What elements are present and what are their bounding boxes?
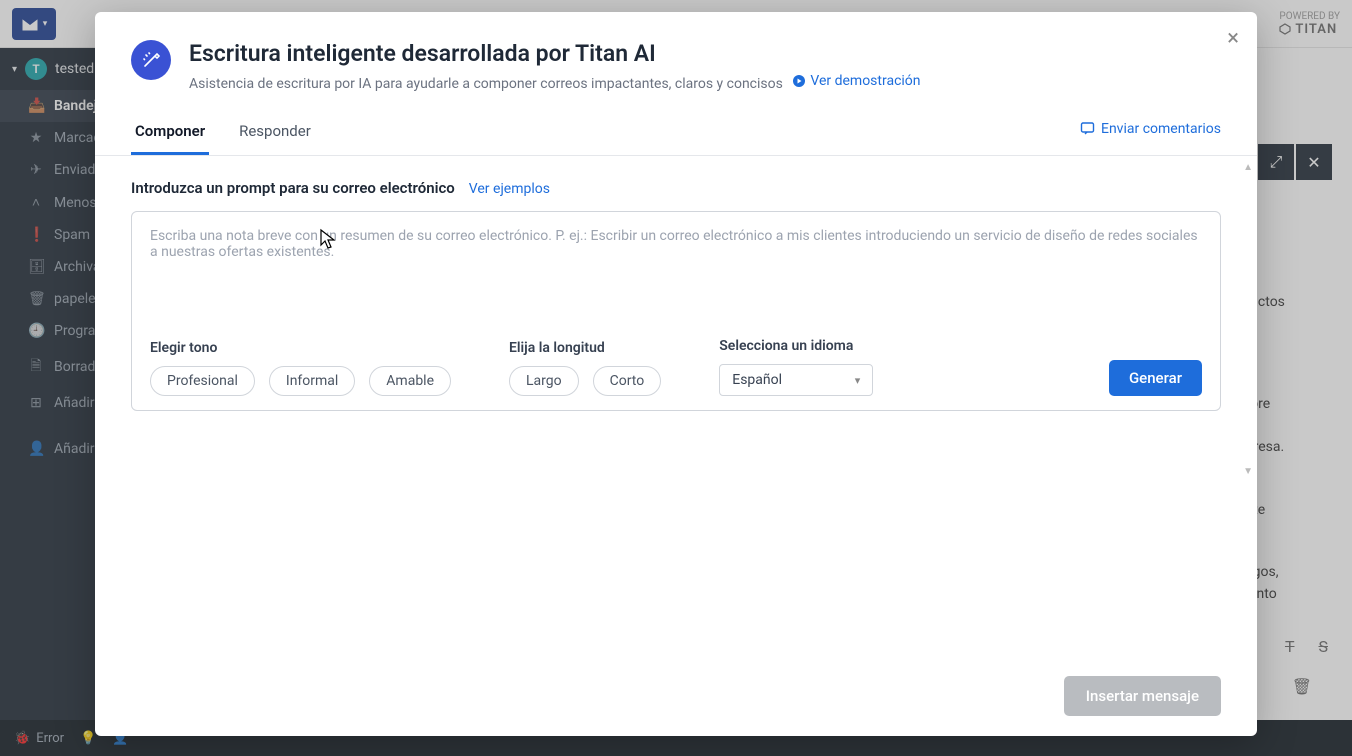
generate-button[interactable]: Generar — [1109, 360, 1202, 396]
tone-option-professional[interactable]: Profesional — [150, 366, 255, 396]
scroll-up-hint: ▲ — [1243, 162, 1253, 173]
modal-title: Escritura inteligente desarrollada por T… — [189, 40, 921, 67]
language-group: Selecciona un idioma Español ▾ — [719, 338, 873, 396]
modal-overlay: × Escritura inteligente desarrollada por… — [0, 0, 1352, 756]
modal-subtitle: Asistencia de escritura por IA para ayud… — [189, 73, 921, 92]
ai-wand-icon — [131, 40, 171, 80]
examples-link[interactable]: Ver ejemplos — [469, 181, 550, 197]
tone-option-informal[interactable]: Informal — [269, 366, 355, 396]
chevron-down-icon: ▾ — [855, 374, 861, 387]
scroll-down-hint: ▼ — [1243, 466, 1253, 663]
ai-writing-modal: × Escritura inteligente desarrollada por… — [95, 12, 1257, 736]
tabs: Componer Responder Enviar comentarios — [95, 104, 1257, 156]
prompt-input[interactable] — [150, 228, 1202, 324]
send-feedback-link[interactable]: Enviar comentarios — [1080, 121, 1221, 147]
language-select[interactable]: Español ▾ — [719, 364, 873, 396]
prompt-label: Introduzca un prompt para su correo elec… — [131, 179, 455, 197]
prompt-box: Elegir tono Profesional Informal Amable … — [131, 211, 1221, 411]
tab-compose[interactable]: Componer — [131, 112, 209, 155]
language-label: Selecciona un idioma — [719, 338, 873, 354]
length-label: Elija la longitud — [509, 340, 671, 356]
length-group: Elija la longitud Largo Corto — [509, 340, 671, 396]
tone-option-friendly[interactable]: Amable — [369, 366, 451, 396]
length-option-long[interactable]: Largo — [509, 366, 579, 396]
tab-reply[interactable]: Responder — [235, 112, 315, 155]
close-button[interactable]: × — [1227, 26, 1239, 51]
length-option-short[interactable]: Corto — [593, 366, 662, 396]
demo-link[interactable]: Ver demostración — [792, 73, 920, 89]
insert-message-button[interactable]: Insertar mensaje — [1064, 676, 1221, 716]
tone-group: Elegir tono Profesional Informal Amable — [150, 340, 461, 396]
tone-label: Elegir tono — [150, 340, 461, 356]
